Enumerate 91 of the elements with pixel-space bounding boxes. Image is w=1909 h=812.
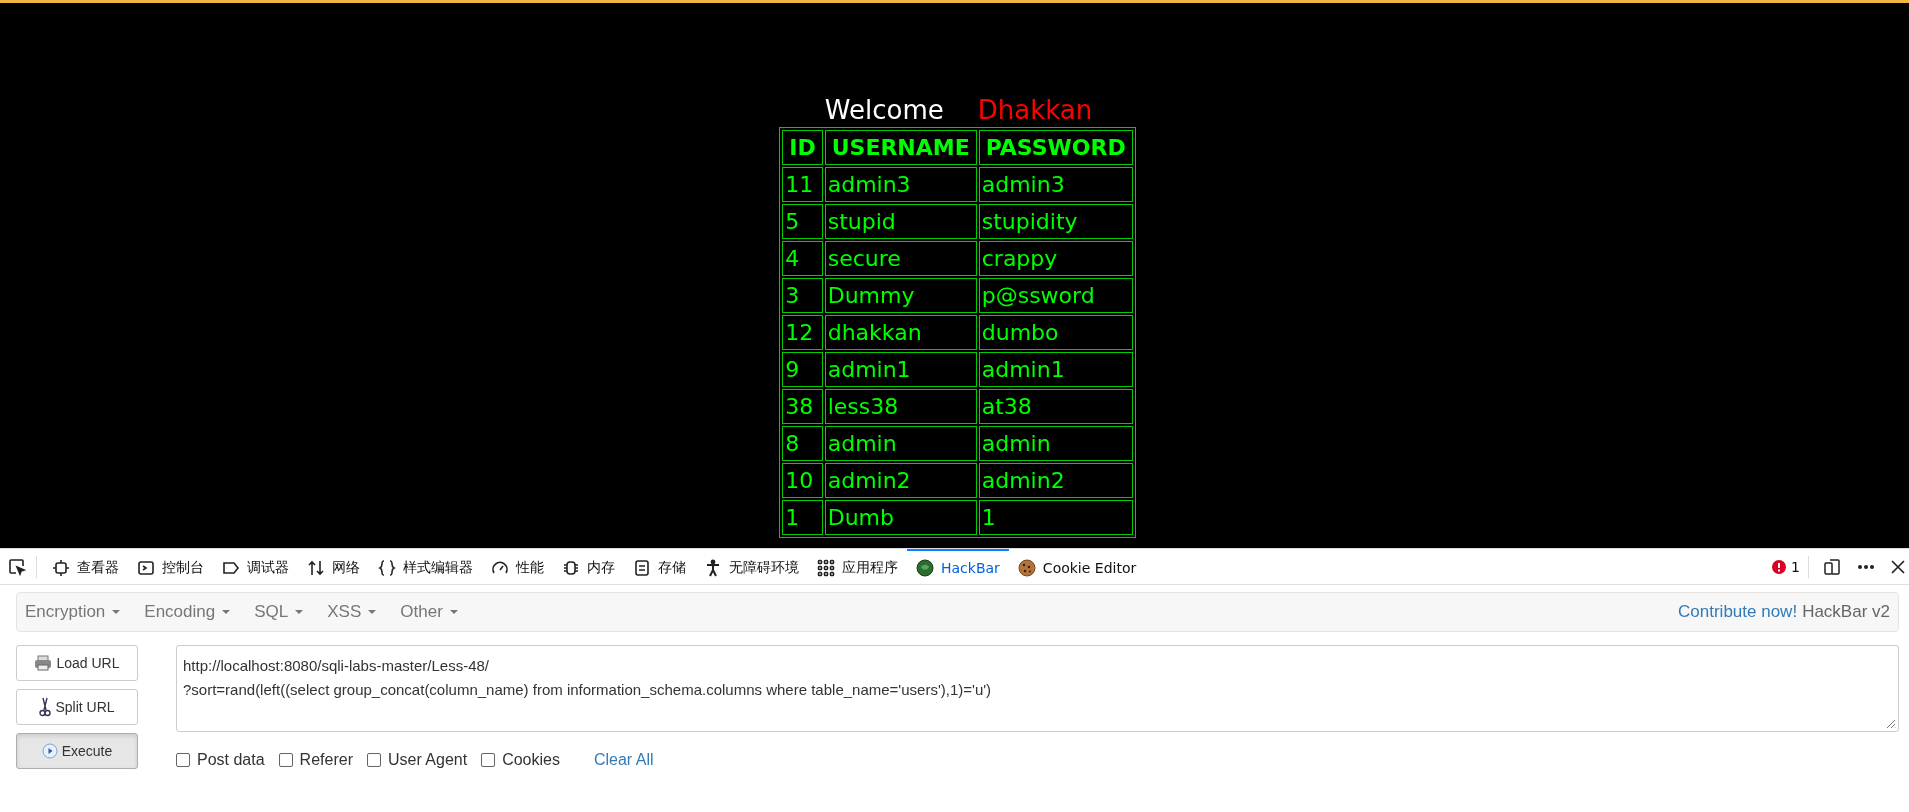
table-cell: 1 (978, 500, 1133, 535)
caret-icon (449, 610, 458, 614)
person-icon (704, 558, 722, 577)
devtools-tab[interactable]: 调试器 (213, 549, 298, 584)
table-cell: dumbo (978, 315, 1133, 350)
checkbox-label[interactable]: Post data (197, 751, 265, 769)
table-cell: stupidity (978, 204, 1133, 239)
devtools-tab[interactable]: 性能 (482, 549, 553, 584)
checkbox-label[interactable]: Cookies (502, 751, 560, 769)
table-cell: admin2 (978, 463, 1133, 498)
checkbox-label[interactable]: User Agent (387, 751, 468, 769)
hackbar-button[interactable]: Execute (16, 733, 138, 769)
devtools-tab[interactable]: 无障碍环境 (695, 549, 808, 584)
memory-icon (562, 558, 580, 577)
checkbox-label[interactable]: Referer (299, 751, 353, 769)
devtools-tab[interactable]: 样式编辑器 (369, 549, 482, 584)
table-cell: p@ssword (978, 278, 1133, 313)
table-cell: 38 (782, 389, 823, 424)
hackbar-button[interactable]: Load URL (16, 645, 138, 681)
table-cell: Dummy (824, 278, 977, 313)
caret-icon (368, 610, 377, 614)
devtools-tab[interactable]: 控制台 (128, 549, 213, 584)
column-header: PASSWORD (978, 130, 1133, 165)
scissors-icon (39, 697, 52, 717)
chip-icon (52, 558, 70, 577)
cookie-icon (1017, 558, 1036, 577)
table-cell: stupid (824, 204, 977, 239)
error-count[interactable]: 1 (1791, 558, 1800, 575)
table-cell: 10 (782, 463, 823, 498)
table-cell: 9 (782, 352, 823, 387)
more-icon[interactable] (1857, 563, 1875, 570)
table-cell: at38 (978, 389, 1133, 424)
console-icon (137, 558, 155, 577)
devtools-tab[interactable]: 查看器 (43, 549, 128, 584)
pick-element-icon[interactable] (8, 557, 26, 576)
menu-dropdown[interactable]: XSS (327, 602, 387, 622)
table-cell: 8 (782, 426, 823, 461)
caret-icon (295, 610, 304, 614)
devtools-tab[interactable]: 应用程序 (808, 549, 907, 584)
menu-dropdown[interactable]: Other (400, 602, 468, 622)
checkbox[interactable] (366, 753, 381, 767)
hackbar-icon (916, 558, 934, 577)
caret-icon (222, 610, 231, 614)
table-cell: admin (824, 426, 977, 461)
table-cell: dhakkan (824, 315, 977, 350)
table-cell: 5 (782, 204, 823, 239)
checkbox[interactable] (176, 753, 190, 767)
grid-icon (817, 558, 835, 577)
printer-icon (34, 655, 53, 671)
play-icon (41, 743, 58, 759)
table-cell: 12 (782, 315, 823, 350)
devtools-tab[interactable]: Cookie Editor (1008, 549, 1146, 584)
checkbox[interactable] (278, 753, 293, 767)
table-cell: admin1 (824, 352, 977, 387)
hackbar-button[interactable]: Split URL (16, 689, 138, 725)
checkbox[interactable] (481, 753, 496, 767)
table-cell: admin3 (824, 167, 977, 202)
devtools-tab[interactable]: 内存 (553, 549, 624, 584)
menu-dropdown[interactable]: Encoding (144, 602, 241, 622)
devtools-tab[interactable]: 网络 (298, 549, 369, 584)
table-cell: admin2 (824, 463, 977, 498)
column-header: ID (782, 130, 823, 165)
menu-dropdown[interactable]: SQL (254, 602, 314, 622)
arrows-icon (307, 558, 325, 577)
table-cell: 3 (782, 278, 823, 313)
url-field[interactable]: http://localhost:8080/sqli-labs-master/Less-48/ ?sort=rand(left((select group_concat(column_name) from information_schema.columns where table_name='users'),1)='u') (176, 645, 1899, 732)
welcome-text: Welcome (824, 94, 944, 127)
column-header: USERNAME (824, 130, 977, 165)
error-icon (1772, 559, 1787, 574)
table-cell: 1 (782, 500, 823, 535)
devtools-tab[interactable]: 存储 (624, 549, 695, 584)
table-cell: 11 (782, 167, 823, 202)
menu-dropdown[interactable]: Encryption (25, 602, 131, 622)
table-cell: admin1 (978, 352, 1133, 387)
table-cell: admin (978, 426, 1133, 461)
contribute-link[interactable]: Contribute now! (1678, 602, 1798, 622)
table-cell: less38 (824, 389, 977, 424)
table-cell: secure (824, 241, 977, 276)
close-icon[interactable] (1891, 559, 1905, 574)
username-text: Dhakkan (977, 94, 1093, 127)
table-cell: admin3 (978, 167, 1133, 202)
table-cell: 4 (782, 241, 823, 276)
storage-icon (633, 558, 651, 577)
responsive-design-icon[interactable] (1823, 557, 1841, 576)
version-text: HackBar v2 (1802, 602, 1890, 622)
clear-all-link[interactable]: Clear All (593, 751, 654, 769)
table-cell: crappy (978, 241, 1133, 276)
resize-grip-icon[interactable] (1884, 717, 1896, 729)
caret-icon (112, 610, 121, 614)
braces-icon (378, 558, 396, 577)
table-cell: Dumb (824, 500, 977, 535)
